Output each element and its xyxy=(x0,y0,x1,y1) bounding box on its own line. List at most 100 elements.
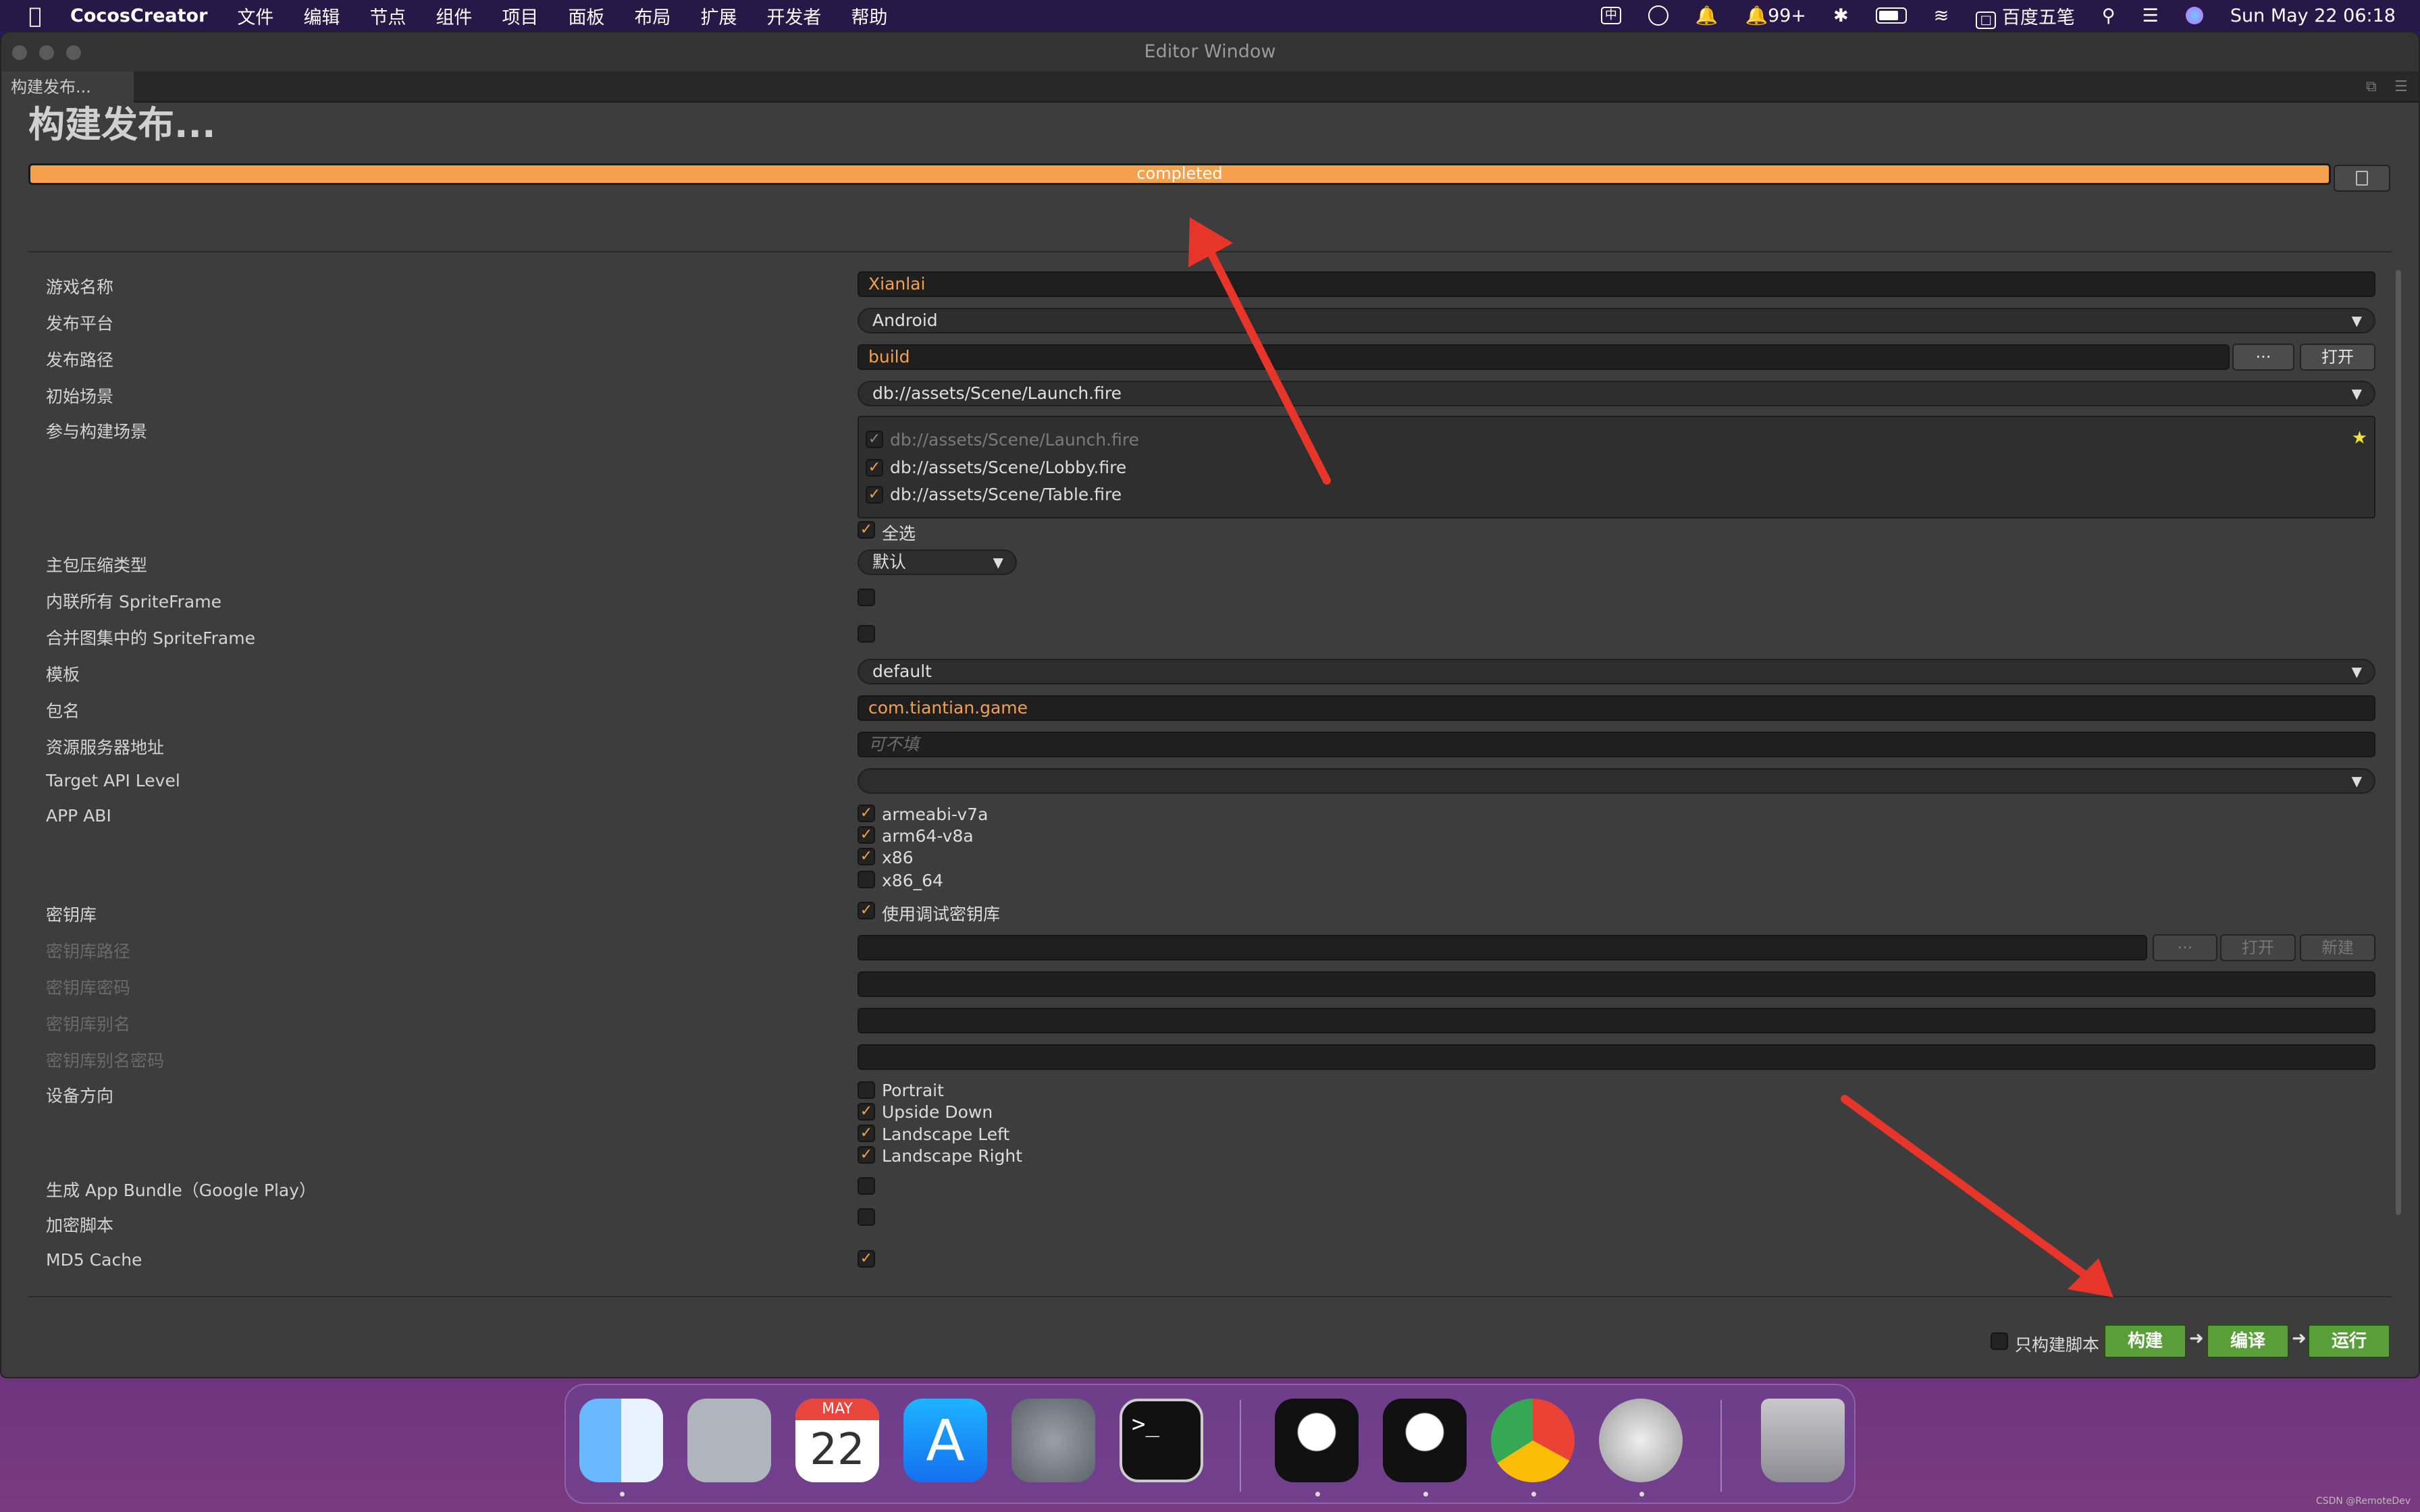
inline-spriteframe-checkbox[interactable] xyxy=(858,589,875,606)
input-method-icon: □ xyxy=(1976,11,1997,29)
target-api-select[interactable]: ▼ xyxy=(858,768,2375,794)
open-log-button[interactable] xyxy=(2334,165,2390,192)
platform-select[interactable]: Android ▼ xyxy=(858,308,2375,333)
close-window-button[interactable] xyxy=(12,45,27,60)
menu-file[interactable]: 文件 xyxy=(237,3,273,29)
keystore-alias-input[interactable] xyxy=(858,1008,2375,1033)
orientation-portrait-checkbox[interactable] xyxy=(858,1081,875,1099)
template-label: 模板 xyxy=(46,665,80,684)
encrypt-js-checkbox[interactable] xyxy=(858,1208,875,1226)
chinese-input-icon[interactable]: 中 xyxy=(1600,7,1621,24)
cocos-icon[interactable] xyxy=(1599,1399,1683,1482)
control-center-icon[interactable]: ☰ xyxy=(2142,5,2159,26)
compile-button[interactable]: 编译 xyxy=(2207,1324,2289,1358)
chrome-icon[interactable] xyxy=(1491,1399,1575,1482)
terminal-icon[interactable]: >_ xyxy=(1120,1399,1203,1482)
abi-x86-checkbox[interactable]: ✓ xyxy=(858,848,875,865)
build-path-input[interactable]: build xyxy=(858,344,2230,370)
watermark: CSDN @RemoteDev xyxy=(2315,1496,2411,1507)
dock-separator xyxy=(1720,1400,1722,1492)
abi-x86_64-checkbox[interactable] xyxy=(858,871,875,888)
siri-icon[interactable] xyxy=(2185,7,2203,24)
progress-bar: completed xyxy=(28,163,2331,185)
search-icon[interactable]: ⚲ xyxy=(2102,5,2115,26)
arrow-right-icon: ➜ xyxy=(2189,1328,2204,1349)
trash-icon[interactable] xyxy=(1761,1399,1845,1482)
build-button[interactable]: 构建 xyxy=(2104,1324,2186,1358)
menu-layout[interactable]: 布局 xyxy=(634,3,670,29)
menu-extension[interactable]: 扩展 xyxy=(700,3,737,29)
template-select[interactable]: default ▼ xyxy=(858,659,2375,684)
orientation-landscape-left-checkbox[interactable]: ✓ xyxy=(858,1125,875,1142)
merge-spriteframe-label: 合并图集中的 SpriteFrame xyxy=(46,628,255,648)
package-name-input[interactable]: com.tiantian.game xyxy=(858,695,2375,721)
bluetooth-icon[interactable]: ✱ xyxy=(1833,5,1849,26)
debug-keystore-checkbox[interactable]: ✓ xyxy=(858,902,875,919)
game-name-input[interactable]: Xianlai xyxy=(858,271,2375,297)
keystore-browse-button[interactable]: ··· xyxy=(2153,934,2217,961)
keystore-alias-password-input[interactable] xyxy=(858,1044,2375,1070)
input-method[interactable]: □ 百度五笔 xyxy=(1976,3,2075,29)
keystore-alias-label: 密钥库别名 xyxy=(46,1015,131,1034)
calendar-icon[interactable]: MAY 22 xyxy=(795,1399,879,1482)
package-name-label: 包名 xyxy=(46,701,80,721)
qq-icon[interactable] xyxy=(1383,1399,1467,1482)
scene-checkbox-table[interactable]: ✓ xyxy=(866,486,883,504)
scene-checkbox-lobby[interactable]: ✓ xyxy=(866,459,883,477)
system-preferences-icon[interactable] xyxy=(1011,1399,1095,1482)
included-scenes-label: 参与构建场景 xyxy=(46,422,148,441)
abi-arm64-v8a-label: arm64-v8a xyxy=(882,826,974,846)
abi-arm64-v8a-checkbox[interactable]: ✓ xyxy=(858,826,875,844)
launchpad-icon[interactable] xyxy=(687,1399,771,1482)
md5-cache-checkbox[interactable]: ✓ xyxy=(858,1250,875,1268)
wifi-icon[interactable]: ≋ xyxy=(1934,5,1949,26)
keystore-password-input[interactable] xyxy=(858,971,2375,997)
orientation-portrait-label: Portrait xyxy=(882,1081,944,1100)
menu-edit[interactable]: 编辑 xyxy=(303,3,340,29)
popout-icon[interactable]: ⧉ xyxy=(2366,78,2377,95)
minimize-window-button[interactable] xyxy=(39,45,54,60)
apple-menu-icon[interactable]:  xyxy=(0,3,70,28)
bell-icon[interactable]: 🔔 xyxy=(1695,5,1718,26)
app-menu[interactable]: CocosCreator xyxy=(70,5,207,26)
keystore-path-label: 密钥库路径 xyxy=(46,942,131,961)
keystore-path-input[interactable] xyxy=(858,935,2147,961)
abi-armeabi-v7a-checkbox[interactable]: ✓ xyxy=(858,805,875,822)
run-button[interactable]: 运行 xyxy=(2308,1324,2390,1358)
menu-help[interactable]: 帮助 xyxy=(851,3,887,29)
target-api-label: Target API Level xyxy=(46,771,180,790)
battery-icon[interactable] xyxy=(1875,7,1907,24)
script-only-checkbox[interactable] xyxy=(1991,1332,2008,1350)
qq-status-icon: 🔔 xyxy=(1745,5,1768,26)
start-scene-select[interactable]: db://assets/Scene/Launch.fire ▼ xyxy=(858,381,2375,406)
orientation-upside-down-checkbox[interactable]: ✓ xyxy=(858,1103,875,1120)
open-path-button[interactable]: 打开 xyxy=(2300,344,2375,371)
menu-component[interactable]: 组件 xyxy=(436,3,472,29)
resource-server-input[interactable]: 可不填 xyxy=(858,732,2375,757)
menu-project[interactable]: 项目 xyxy=(502,3,538,29)
finder-icon[interactable] xyxy=(579,1399,663,1482)
running-indicator xyxy=(1639,1492,1644,1496)
menu-icon[interactable]: ☰ xyxy=(2394,78,2408,95)
scrollbar[interactable] xyxy=(2396,270,2401,1215)
zoom-window-button[interactable] xyxy=(66,45,81,60)
clock[interactable]: Sun May 22 06:18 xyxy=(2230,5,2396,26)
merge-spriteframe-checkbox[interactable] xyxy=(858,625,875,643)
status-app-icon[interactable] xyxy=(1648,5,1668,26)
app-bundle-checkbox[interactable] xyxy=(858,1177,875,1195)
app-bundle-label: 生成 App Bundle（Google Play） xyxy=(46,1181,317,1200)
keystore-new-button[interactable]: 新建 xyxy=(2300,934,2375,961)
menu-node[interactable]: 节点 xyxy=(369,3,406,29)
keystore-open-button[interactable]: 打开 xyxy=(2220,934,2296,961)
notification-count[interactable]: 🔔99+ xyxy=(1745,5,1806,26)
menu-panel[interactable]: 面板 xyxy=(568,3,604,29)
orientation-landscape-right-checkbox[interactable]: ✓ xyxy=(858,1146,875,1164)
app-store-icon[interactable]: A xyxy=(903,1399,987,1482)
tab-bar: 构建发布... ⧉ ☰ xyxy=(1,72,2419,103)
browse-path-button[interactable]: ··· xyxy=(2232,344,2294,371)
menu-developer[interactable]: 开发者 xyxy=(766,3,821,29)
select-all-checkbox[interactable]: ✓ xyxy=(858,521,875,539)
md5-cache-label: MD5 Cache xyxy=(46,1250,142,1270)
qq-icon[interactable] xyxy=(1275,1399,1359,1482)
compression-select[interactable]: 默认 ▼ xyxy=(858,549,1017,575)
